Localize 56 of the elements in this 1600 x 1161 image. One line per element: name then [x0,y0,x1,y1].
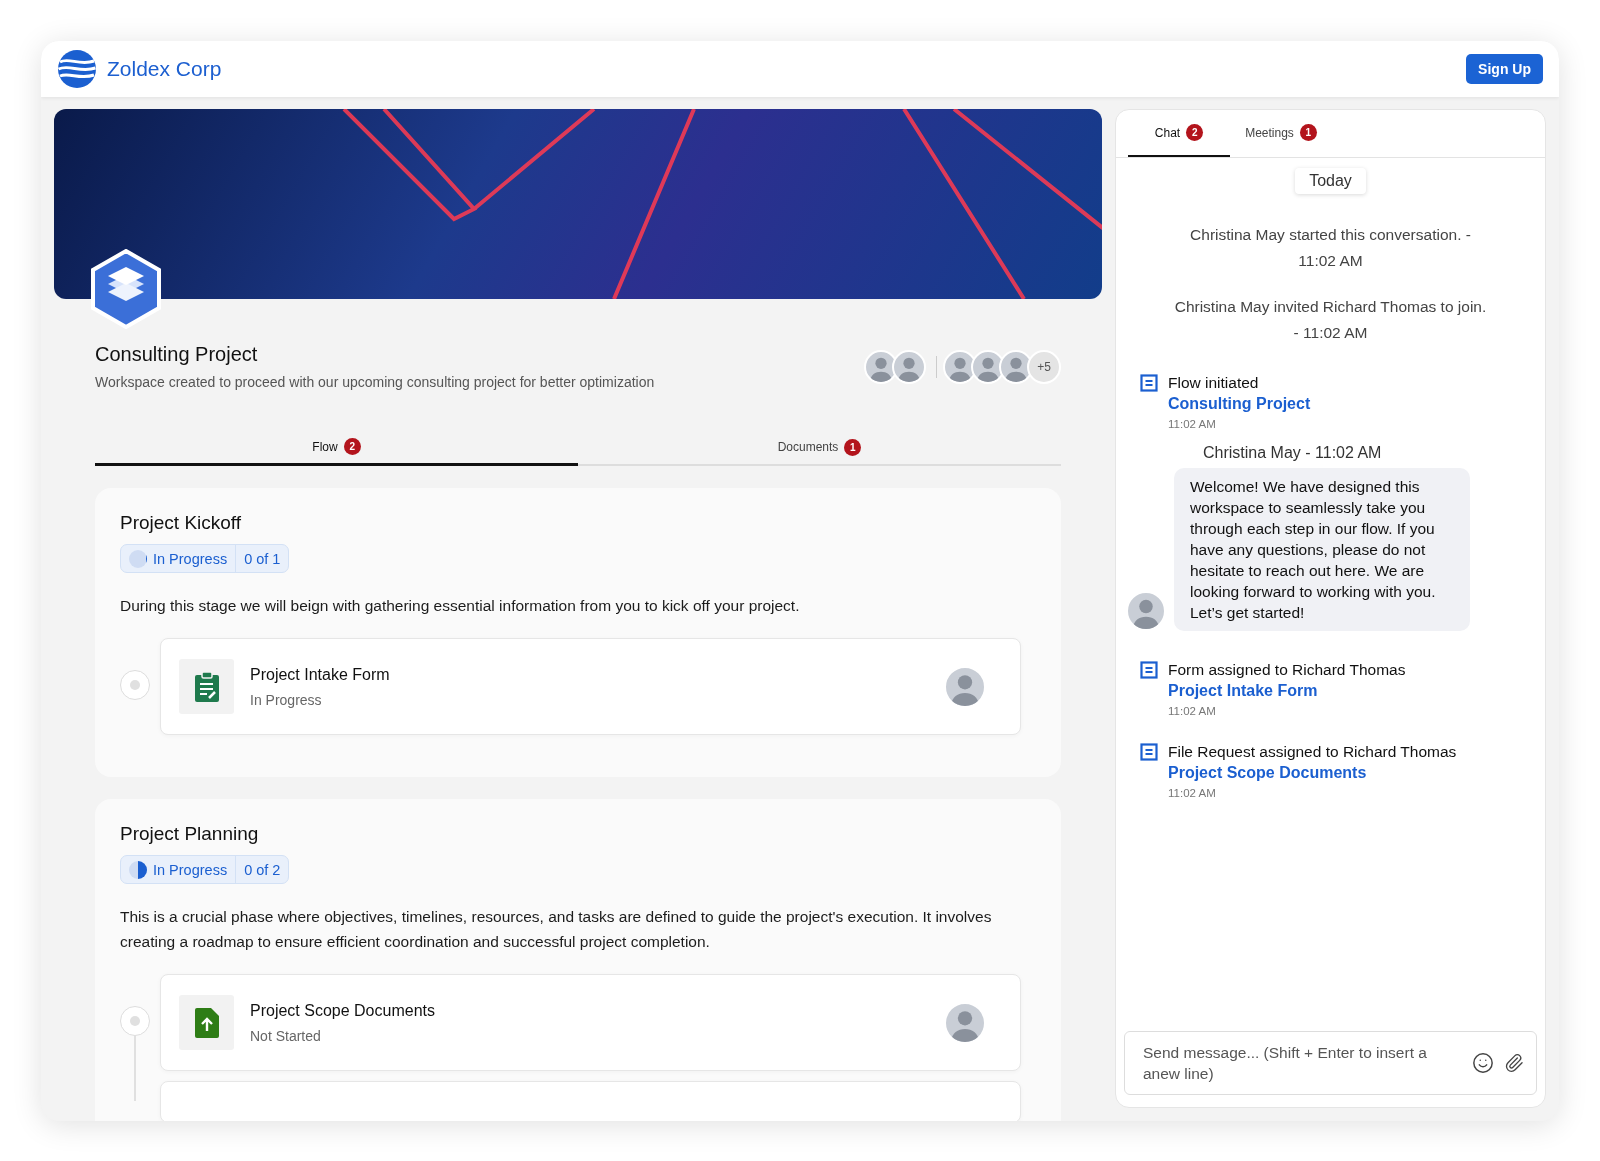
stage-title: Project Planning [120,823,260,845]
progress-count: 0 of 2 [243,860,282,880]
stage-description: During this stage we will beign with gathering essential information from you to kick off your project. [120,596,801,616]
brand-name: Zoldex Corp [107,57,222,81]
task-card[interactable]: Project Scope Documents Not Started [160,974,1021,1071]
activity-link[interactable]: Project Intake Form [1168,680,1406,701]
stage-title: Project Kickoff [120,512,243,534]
tab[interactable]: Meetings 1 [1230,110,1332,157]
task-status: In Progress [250,691,323,708]
member-avatar [892,349,926,384]
task-name: Project Intake Form [250,665,391,684]
activity-text: Flow initiated [1168,373,1260,393]
activity-text: Form assigned to Richard Thomas [1168,660,1406,680]
status-text: In Progress [153,861,228,878]
paperclip-icon[interactable] [1504,1053,1524,1073]
document-icon [1140,743,1158,761]
sign-up-button[interactable]: Sign Up [1466,54,1543,84]
document-icon [1140,661,1158,679]
emoji-icon[interactable] [1472,1052,1494,1074]
task-status: Not Started [250,1027,322,1044]
workspace-title: Consulting Project [95,343,259,366]
tab-label: Documents [777,440,839,454]
message-input[interactable]: Send message... (Shift + Enter to insert a anew line) [1124,1031,1537,1095]
task-card[interactable]: Project Intake Form In Progress [160,638,1021,735]
tab[interactable]: Documents 1 [578,430,1061,466]
tab-label: Flow [312,439,338,454]
message-sender: Christina May - 11:02 AM [1203,444,1383,462]
layers-logo-icon [89,249,163,329]
task-name: Project Scope Documents [250,1001,436,1020]
activity-time: 11:02 AM [1168,705,1217,717]
count-badge: 1 [844,438,862,456]
tab-label: Chat [1154,125,1181,140]
count-badge: 1 [1299,124,1317,141]
stage-description: This is a crucial phase where objectives, timelines, resources, and tasks are defined to guide the project's execution. It involves creating a roadmap to ensure efficient coordination and successful project completion. [120,907,993,952]
activity-time: 11:02 AM [1168,787,1217,799]
count-badge: 2 [1186,124,1204,141]
count-badge: 2 [343,438,361,455]
status-text: In Progress [153,550,228,567]
file-upload-icon [194,1007,219,1038]
more-members-count[interactable]: +5 [1027,349,1061,384]
system-message: Christina May started this conversation. - 11:02 AM [1189,225,1472,271]
step-marker [120,670,150,700]
activity-link[interactable]: Project Scope Documents [1168,762,1457,783]
clipboard-icon [193,670,220,703]
tab-label: Meetings [1245,125,1294,140]
tab[interactable]: Flow 2 [95,430,578,466]
activity-time: 11:02 AM [1168,418,1217,430]
workspace-description: Workspace created to proceed with our upcoming consulting project for better optimization [95,374,655,390]
activity-text: File Request assigned to Richard Thomas [1168,742,1457,762]
system-message: Christina May invited Richard Thomas to join. - 11:02 AM [1173,297,1488,343]
activity-link[interactable]: Consulting Project [1168,393,1311,414]
progress-count: 0 of 1 [243,549,282,569]
document-icon [1140,374,1158,392]
brand-logo-icon [57,49,97,89]
message-bubble: Welcome! We have designed this workspace to seamlessly take you through each step in our flow. If you have any questions, please do not hesitate to reach out here. We are looking forward to working with you. Let’s get started! [1174,468,1470,631]
tab[interactable]: Chat 2 [1128,110,1230,157]
